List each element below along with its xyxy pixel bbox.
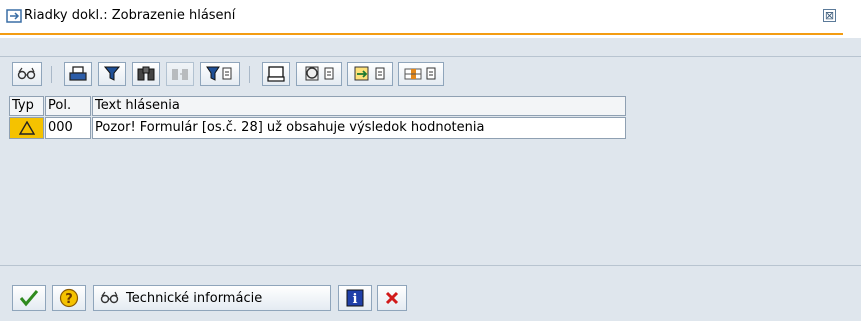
confirm-icon[interactable] (12, 285, 46, 311)
toolbar-separator (249, 66, 250, 83)
svg-text:i: i (353, 292, 358, 307)
print-icon[interactable] (64, 62, 92, 86)
window-title: Riadky dokl.: Zobrazenie hlásení (24, 8, 236, 23)
window-icon (6, 9, 22, 23)
technical-info-label: Technické informácie (126, 290, 263, 306)
footer-bar: ? Technické informácie i (0, 266, 861, 321)
close-icon[interactable]: ⊠ (823, 9, 836, 22)
table-cell-position[interactable]: 000 (45, 117, 91, 139)
column-header-position[interactable]: Pol. (45, 96, 91, 116)
toolbar-separator (51, 66, 52, 83)
glasses-icon[interactable] (12, 62, 42, 86)
column-select-icon[interactable] (398, 62, 444, 86)
find-next-icon[interactable] (166, 62, 194, 86)
title-underline (0, 33, 843, 35)
cancel-icon[interactable] (377, 285, 407, 311)
column-header-type[interactable]: Typ (9, 96, 44, 116)
print-preview-icon[interactable] (262, 62, 290, 86)
help-icon[interactable]: ? (52, 285, 86, 311)
set-filter-icon[interactable] (200, 62, 240, 86)
svg-text:?: ? (65, 292, 73, 307)
info-icon[interactable]: i (338, 285, 372, 311)
column-header-text[interactable]: Text hlásenia (92, 96, 626, 116)
toolbar (0, 56, 861, 93)
technical-info-button[interactable]: Technické informácie (93, 285, 331, 311)
find-icon[interactable] (132, 62, 160, 86)
messages-table: Typ Pol. Text hlásenia 000 Pozor! Formul… (9, 96, 626, 156)
warning-triangle-icon[interactable] (9, 117, 44, 139)
export-icon[interactable] (347, 62, 393, 86)
filter-funnel-icon[interactable] (98, 62, 126, 86)
glasses-icon (100, 291, 119, 304)
table-cell-text[interactable]: Pozor! Formulár [os.č. 28] už obsahuje v… (92, 117, 626, 139)
layout-icon[interactable] (296, 62, 342, 86)
